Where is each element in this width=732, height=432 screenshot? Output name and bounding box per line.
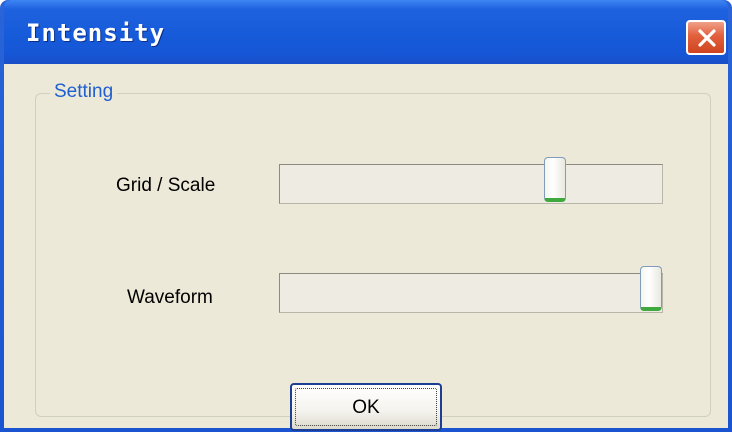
dialog-client-area: Setting Grid / Scale Waveform OK [4, 64, 728, 431]
grid-scale-label: Grid / Scale [116, 175, 216, 196]
title-bar[interactable]: Intensity [4, 0, 728, 64]
ok-button-label: OK [352, 397, 380, 418]
waveform-slider-thumb[interactable] [639, 266, 662, 311]
group-label: Setting [50, 81, 118, 103]
waveform-label: Waveform [127, 287, 213, 308]
grid-scale-slider[interactable] [279, 157, 663, 204]
close-icon [698, 29, 716, 47]
ok-button[interactable]: OK [290, 383, 442, 431]
waveform-slider[interactable] [279, 266, 663, 313]
close-button[interactable] [686, 20, 726, 55]
grid-scale-slider-thumb[interactable] [544, 157, 567, 202]
setting-groupbox: Setting Grid / Scale Waveform OK [35, 81, 711, 431]
intensity-dialog: Intensity Setting Grid / Scale Waveform … [0, 0, 732, 432]
window-title: Intensity [26, 19, 166, 47]
